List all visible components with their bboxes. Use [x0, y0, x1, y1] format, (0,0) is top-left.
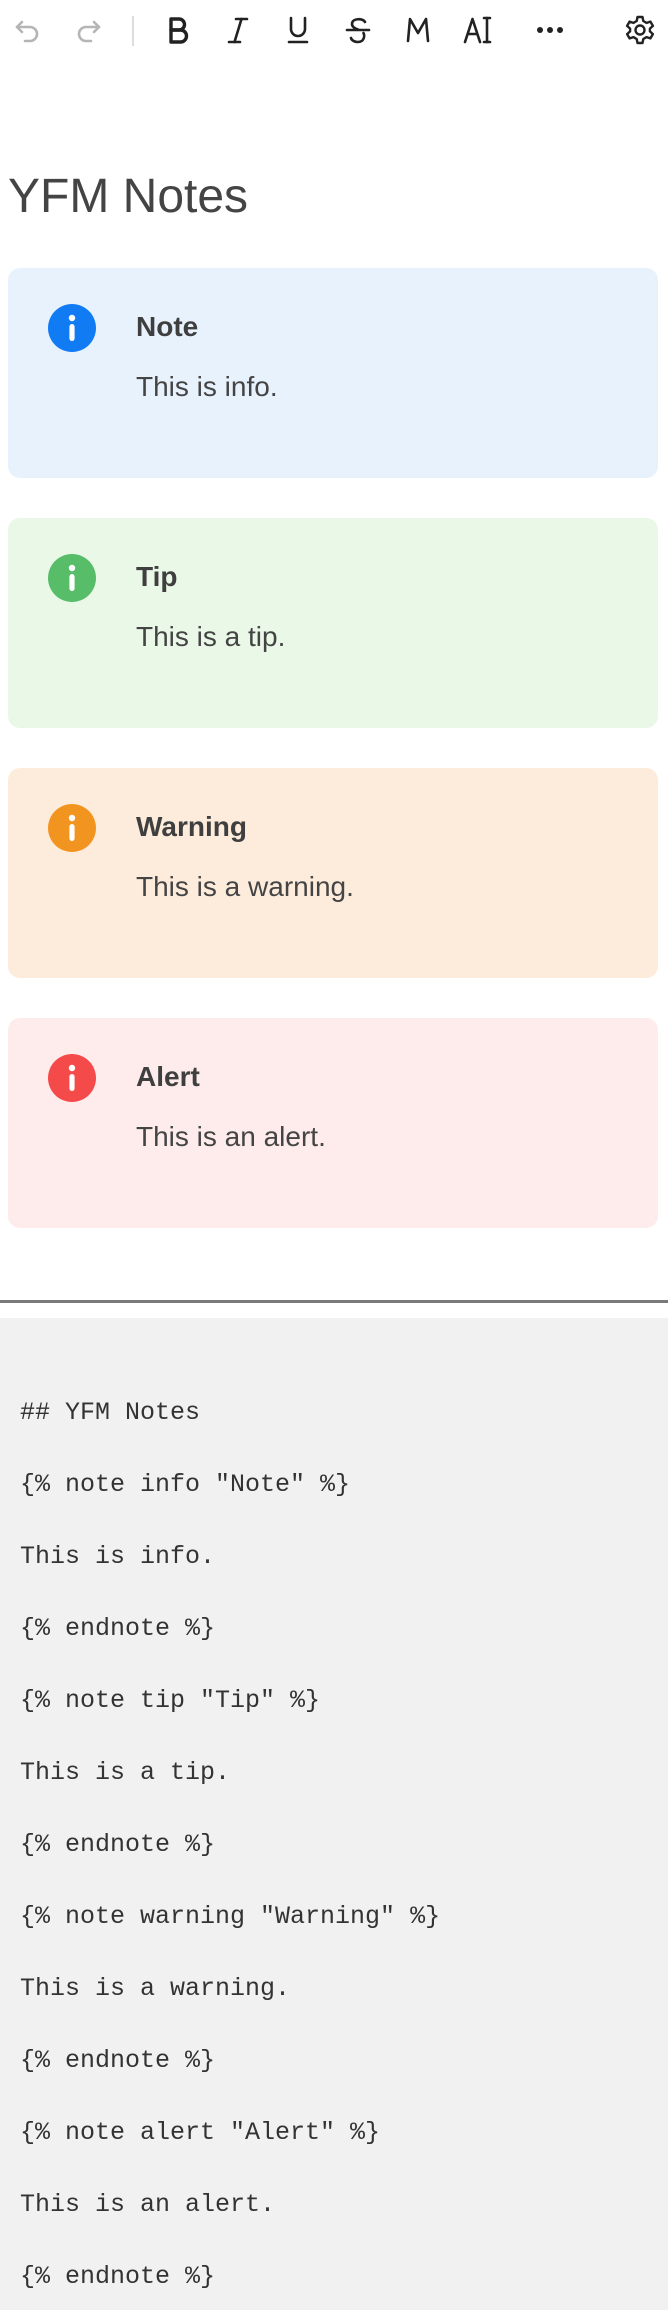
info-icon [48, 804, 96, 852]
source-line: {% endnote %} [20, 2262, 216, 2291]
info-icon [48, 1054, 96, 1102]
note-tip: Tip This is a tip. [8, 518, 658, 728]
source-line: This is a warning. [20, 1974, 291, 2003]
source-line: {% note alert "Alert" %} [20, 2118, 381, 2147]
source-line: This is an alert. [20, 2190, 276, 2219]
more-icon [537, 27, 563, 33]
editor-divider [0, 1300, 668, 1303]
bold-icon [169, 17, 189, 44]
text-style-icon [463, 16, 492, 44]
strikethrough-button[interactable] [338, 10, 378, 50]
source-line: {% note tip "Tip" %} [20, 1686, 321, 1715]
note-body: This is a tip. [136, 621, 286, 652]
source-line: This is a tip. [20, 1758, 231, 1787]
more-button[interactable] [530, 10, 570, 50]
note-title: Alert [136, 1061, 200, 1092]
underline-icon [287, 16, 309, 44]
italic-icon [227, 17, 249, 44]
redo-icon [77, 20, 101, 43]
gear-icon [625, 15, 655, 45]
note-title: Tip [136, 561, 178, 592]
source-line: {% endnote %} [20, 1614, 216, 1643]
info-icon [48, 554, 96, 602]
undo-icon [15, 20, 39, 43]
source-line: ## YFM Notes [20, 1398, 201, 1427]
toolbar-separator [132, 16, 134, 46]
text-style-button[interactable] [458, 10, 498, 50]
note-body: This is an alert. [136, 1121, 326, 1152]
source-line: {% note warning "Warning" %} [20, 1902, 441, 1931]
monospace-icon [406, 17, 430, 43]
undo-button[interactable] [8, 10, 48, 50]
note-info: Note This is info. [8, 268, 658, 478]
info-icon [48, 304, 96, 352]
redo-button[interactable] [68, 10, 108, 50]
note-title: Note [136, 311, 199, 342]
note-body: This is a warning. [136, 871, 354, 902]
source-line: This is info. [20, 1542, 216, 1571]
note-alert: Alert This is an alert. [8, 1018, 658, 1228]
source-line: {% note info "Note" %} [20, 1470, 351, 1499]
source-line: {% endnote %} [20, 1830, 216, 1859]
markdown-source-pane[interactable]: ## YFM Notes {% note info "Note" %} This… [0, 1318, 668, 2310]
note-body: This is info. [136, 371, 278, 402]
note-title: Warning [136, 811, 247, 842]
italic-button[interactable] [218, 10, 258, 50]
editor-toolbar [0, 0, 668, 60]
monospace-button[interactable] [398, 10, 438, 50]
strikethrough-icon [345, 17, 371, 44]
underline-button[interactable] [278, 10, 318, 50]
note-warning: Warning This is a warning. [8, 768, 658, 978]
page-title: YFM Notes [8, 170, 249, 223]
settings-button[interactable] [620, 10, 660, 50]
source-line: {% endnote %} [20, 2046, 216, 2075]
bold-button[interactable] [158, 10, 198, 50]
